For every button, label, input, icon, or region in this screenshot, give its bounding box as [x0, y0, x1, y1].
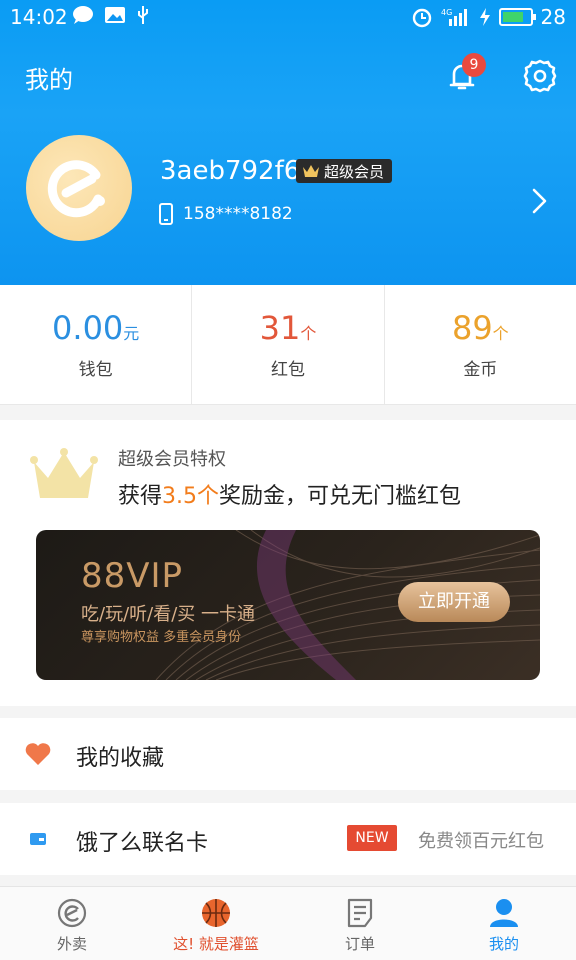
vip-card-line2: 尊享购物权益 多重会员身份: [81, 630, 242, 645]
notification-badge: 9: [462, 53, 486, 77]
page-title: 我的: [25, 66, 73, 94]
vip-privilege-title: 超级会员特权: [118, 449, 226, 470]
co-branded-card-row[interactable]: 饿了么联名卡 NEW 免费领百元红包: [0, 803, 576, 875]
heart-icon: [25, 743, 51, 765]
open-now-button[interactable]: 立即开通: [398, 582, 510, 622]
nav-basketball[interactable]: 这! 就是灌篮: [144, 887, 288, 960]
charging-icon: [479, 8, 490, 26]
stat-label: 钱包: [78, 360, 113, 380]
nav-takeout[interactable]: 外卖: [0, 887, 144, 960]
signal-icon: 4G: [441, 8, 467, 26]
status-notification-icons: [72, 5, 150, 25]
favorites-row[interactable]: 我的收藏: [0, 718, 576, 790]
stat-wallet[interactable]: 0.00元 钱包: [0, 285, 193, 404]
alarm-icon: [412, 8, 431, 28]
super-member-badge: 超级会员: [296, 159, 393, 183]
favorites-label: 我的收藏: [76, 746, 165, 771]
eleme-logo-icon: [57, 898, 87, 928]
nav-orders[interactable]: 订单: [288, 887, 432, 960]
battery-level: 28: [540, 5, 566, 29]
avatar[interactable]: [26, 135, 132, 241]
nav-label: 外卖: [56, 935, 87, 953]
battery-icon: [498, 8, 536, 26]
super-member-section[interactable]: 超级会员特权 获得3.5个奖励金，可兑无门槛红包 88VIP 吃/玩/听/看/买…: [0, 420, 576, 706]
card-icon: [30, 833, 46, 845]
nav-label: 我的: [488, 935, 519, 953]
co-branded-card-hint: 免费领百元红包: [418, 831, 544, 852]
basketball-icon: [202, 899, 230, 927]
nav-mine[interactable]: 我的: [432, 887, 576, 960]
stat-value: 89: [451, 309, 493, 347]
gear-icon[interactable]: [522, 58, 558, 94]
stat-label: 金币: [463, 360, 498, 380]
user-icon: [490, 899, 518, 927]
profile-header: 14:02 4G 28 我的 9 3aeb792f6 超级会员 158****8…: [0, 0, 576, 285]
status-time: 14:02: [10, 5, 68, 29]
crown-icon: [303, 165, 319, 177]
vip-card-line1: 吃/玩/听/看/买 一卡通: [81, 604, 255, 625]
new-badge: NEW: [347, 825, 397, 851]
chevron-right-icon[interactable]: [528, 186, 550, 216]
status-system-icons: 4G 28: [411, 5, 566, 29]
vip-desc-suffix: 奖励金，可兑无门槛红包: [219, 484, 462, 509]
vip-88-banner[interactable]: 88VIP 吃/玩/听/看/买 一卡通 尊享购物权益 多重会员身份 立即开通: [36, 530, 540, 680]
stat-unit: 个: [492, 324, 509, 343]
stat-unit: 个: [300, 324, 317, 343]
stat-unit: 元: [123, 324, 140, 343]
order-list-icon: [347, 898, 373, 928]
status-bar: 14:02 4G 28: [0, 0, 576, 34]
usb-icon: [138, 6, 148, 24]
eleme-logo-icon: [47, 160, 105, 218]
stat-label: 红包: [270, 360, 305, 380]
super-member-badge-label: 超级会员: [324, 162, 385, 181]
stat-value: 0.00: [52, 309, 124, 347]
stat-red-packets[interactable]: 31个 红包: [192, 285, 385, 404]
svg-text:4G: 4G: [441, 8, 452, 17]
vip-privilege-desc: 获得3.5个奖励金，可兑无门槛红包: [118, 478, 461, 510]
account-stats: 0.00元 钱包 31个 红包 89个 金币: [0, 285, 576, 405]
co-branded-card-label: 饿了么联名卡: [76, 831, 209, 856]
nav-label: 这! 就是灌篮: [173, 935, 259, 953]
phone-number: 158****8182: [183, 204, 293, 224]
vip-desc-highlight: 3.5个: [162, 484, 220, 509]
username: 3aeb792f6: [160, 156, 301, 186]
stat-coins[interactable]: 89个 金币: [385, 285, 576, 404]
image-icon: [105, 7, 125, 23]
stat-value: 31: [259, 309, 301, 347]
vip-card-title: 88VIP: [81, 556, 184, 596]
nav-label: 订单: [344, 935, 375, 953]
crown-icon: [30, 448, 98, 498]
chat-bubble-icon: [73, 6, 93, 24]
phone-icon: [159, 203, 173, 225]
bottom-navigation: 外卖 这! 就是灌篮 订单 我的: [0, 886, 576, 960]
vip-desc-prefix: 获得: [118, 484, 163, 509]
